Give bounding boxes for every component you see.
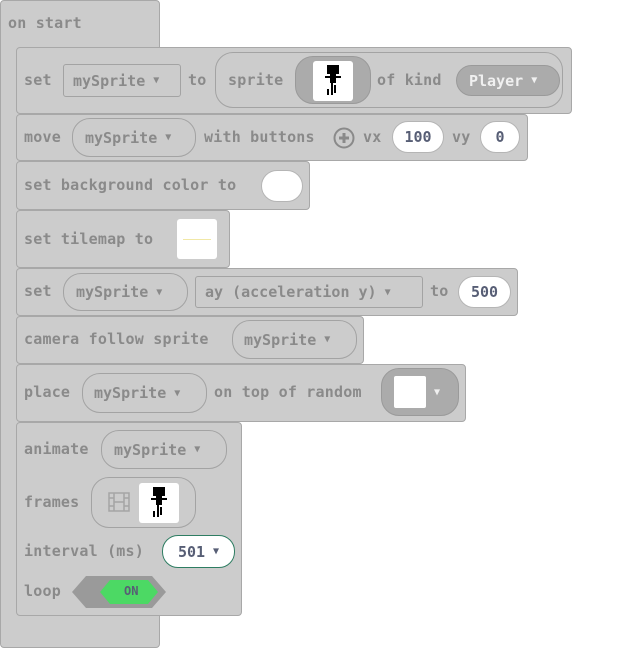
camera-variable-dropdown[interactable]: mySprite ▼ [232,320,357,359]
dropdown-arrow-icon: ▼ [153,75,160,86]
sprite-label: sprite [228,71,284,89]
set-label: set [24,71,52,89]
dropdown-arrow-icon: ▼ [194,444,201,455]
stick-figure-icon [325,65,341,95]
place-variable-dropdown[interactable]: mySprite ▼ [82,373,207,413]
dropdown-arrow-icon: ▼ [213,546,220,557]
dropdown-arrow-icon: ▼ [324,334,331,345]
move-label: move [24,128,61,146]
dropdown-arrow-icon: ▼ [156,286,163,298]
move-variable-text: mySprite [85,128,158,147]
vy-label: vy [452,128,471,146]
animate-variable-dropdown[interactable]: mySprite ▼ [101,430,227,469]
tilemap-preview-icon [183,239,211,240]
tile-dropdown[interactable]: ▼ [381,368,459,416]
property-dropdown[interactable]: ay (acceleration y) ▼ [195,276,423,308]
dropdown-arrow-icon: ▼ [384,286,391,298]
camera-variable-text: mySprite [244,330,317,349]
plus-circle-icon[interactable] [333,127,355,153]
on-top-random-label: on top of random [214,383,362,401]
dropdown-arrow-icon: ▼ [434,386,441,398]
loop-toggle[interactable]: ON [72,576,166,612]
loop-state-text: ON [124,584,139,598]
stick-figure-icon [151,487,167,517]
acc-variable-dropdown[interactable]: mySprite ▼ [63,273,188,311]
interval-value: 501 [177,542,206,561]
tilemap-label: set tilemap to [24,230,154,248]
vy-input[interactable]: 0 [480,121,520,153]
film-strip-icon [108,492,130,516]
dropdown-arrow-icon: ▼ [531,75,538,86]
dropdown-arrow-icon: ▼ [165,132,172,143]
vx-input[interactable]: 100 [392,121,444,153]
set-acc-label: set [24,282,52,300]
player-sprite-image[interactable] [313,61,353,101]
interval-label: interval (ms) [24,542,144,560]
vx-label: vx [363,128,382,146]
place-variable-text: mySprite [94,384,167,402]
sprite-variable-text: mySprite [73,71,146,90]
animate-variable-text: mySprite [114,440,187,459]
tilemap-image[interactable] [177,219,217,259]
move-variable-dropdown[interactable]: mySprite ▼ [72,118,196,157]
camera-follow-label: camera follow sprite [24,330,209,348]
background-color-label: set background color to [24,176,237,194]
property-text: ay (acceleration y) [205,283,377,301]
on-start-label: on start [8,14,82,32]
dropdown-arrow-icon: ▼ [174,387,181,399]
acc-variable-text: mySprite [76,283,149,301]
with-buttons-label: with buttons [204,128,315,146]
frames-label: frames [24,493,80,511]
acc-to-label: to [430,282,449,300]
to-label: to [188,71,207,89]
animate-label: animate [24,440,89,458]
kind-dropdown[interactable]: Player ▼ [456,65,560,96]
interval-dropdown[interactable]: 501 ▼ [162,535,235,568]
color-swatch[interactable] [261,170,303,202]
frame-image[interactable] [139,483,179,523]
tile-swatch [394,376,426,408]
kind-text: Player [469,71,524,90]
sprite-variable-dropdown[interactable]: mySprite ▼ [63,64,181,97]
place-label: place [24,383,71,401]
of-kind-label: of kind [377,71,442,89]
acc-value-input[interactable]: 500 [458,276,511,308]
loop-label: loop [24,582,61,600]
